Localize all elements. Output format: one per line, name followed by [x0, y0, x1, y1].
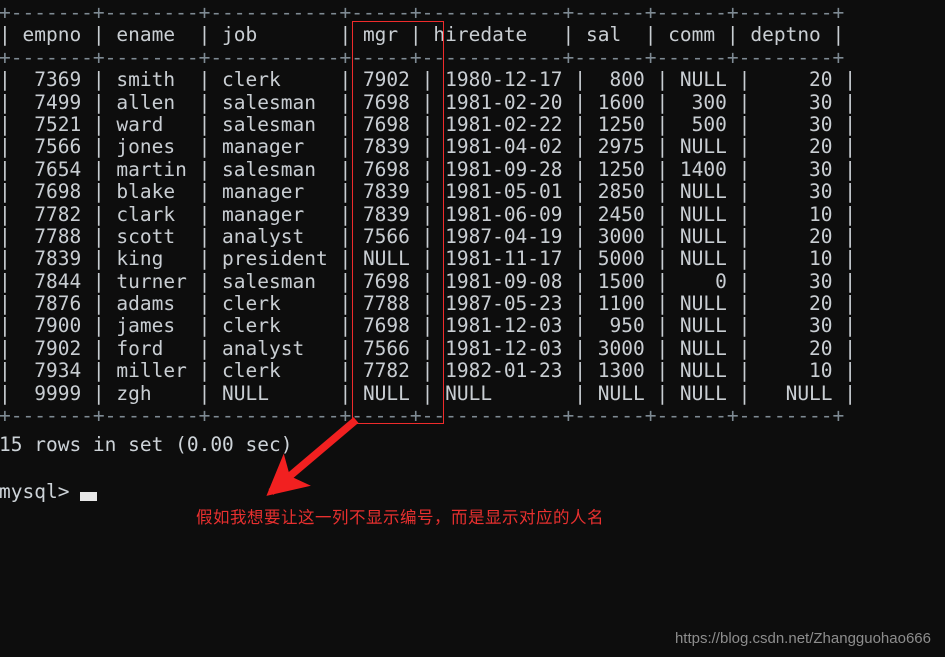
table-border-header: +-------+--------+-----------+-----+----… [0, 45, 845, 69]
table-row: | 7902 | ford | analyst | 7566 | 1981-12… [0, 336, 857, 360]
table-border-bottom: +-------+--------+-----------+-----+----… [0, 404, 845, 428]
rows-status-line: 15 rows in set (0.00 sec) [0, 433, 293, 456]
table-row: | 7566 | jones | manager | 7839 | 1981-0… [0, 135, 857, 159]
table-row: | 7844 | turner | salesman | 7698 | 1981… [0, 269, 857, 293]
annotation-text: 假如我想要让这一列不显示编号，而是显示对应的人名 [196, 508, 604, 527]
table-row: | 7934 | miller | clerk | 7782 | 1982-01… [0, 359, 857, 383]
mysql-result-table: +-------+--------+-----------+-----+----… [0, 1, 857, 428]
table-row: | 7654 | martin | salesman | 7698 | 1981… [0, 157, 857, 181]
watermark-url: https://blog.csdn.net/Zhangguohao666 [674, 630, 931, 647]
table-row: | 7521 | ward | salesman | 7698 | 1981-0… [0, 112, 857, 136]
table-row: | 7900 | james | clerk | 7698 | 1981-12-… [0, 314, 857, 338]
table-row: | 7499 | allen | salesman | 7698 | 1981-… [0, 90, 857, 114]
terminal-window: +-------+--------+-----------+-----+----… [0, 0, 945, 657]
table-row: | 7788 | scott | analyst | 7566 | 1987-0… [0, 224, 857, 248]
mysql-prompt: mysql> [0, 480, 70, 503]
table-row: | 7698 | blake | manager | 7839 | 1981-0… [0, 180, 857, 204]
table-row: | 9999 | zgh | NULL | NULL | NULL | NULL… [0, 381, 857, 405]
table-row: | 7782 | clark | manager | 7839 | 1981-0… [0, 202, 857, 226]
table-border-top: +-------+--------+-----------+-----+----… [0, 1, 845, 24]
table-row: | 7839 | king | president | NULL | 1981-… [0, 247, 857, 271]
text-cursor [80, 492, 97, 501]
table-row: | 7369 | smith | clerk | 7902 | 1980-12-… [0, 68, 857, 92]
table-header-row: | empno | ename | job | mgr | hiredate |… [0, 23, 845, 47]
table-row: | 7876 | adams | clerk | 7788 | 1987-05-… [0, 292, 857, 316]
